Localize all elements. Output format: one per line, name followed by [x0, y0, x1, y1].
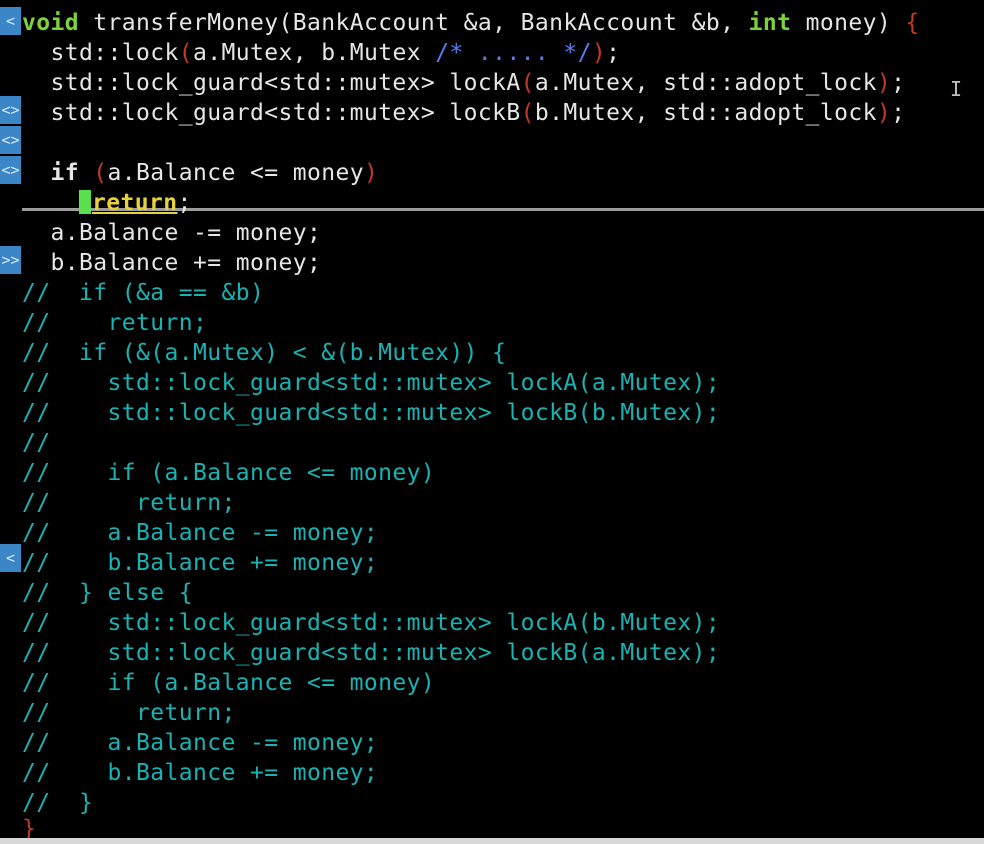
- comment-text: // return;: [22, 310, 208, 336]
- text-cursor: [79, 190, 91, 214]
- code-line[interactable]: // b.Balance += money;: [22, 758, 378, 788]
- comment-text: // std::lock_guard<std::mutex> lockA(b.M…: [22, 610, 721, 636]
- comment-text: // b.Balance += money;: [22, 550, 379, 576]
- code-line[interactable]: // return;: [22, 488, 236, 518]
- code-line[interactable]: // return;: [22, 308, 207, 338]
- gutter-change-marker[interactable]: <: [0, 544, 21, 572]
- code-line[interactable]: // if (a.Balance <= money): [22, 458, 435, 488]
- gutter-change-marker[interactable]: <>: [0, 96, 21, 124]
- code-line[interactable]: // if (&a == &b): [22, 278, 264, 308]
- code-line[interactable]: //: [22, 428, 51, 458]
- code-line[interactable]: // a.Balance -= money;: [22, 728, 378, 758]
- code-line[interactable]: a.Balance -= money;: [22, 218, 321, 248]
- comment-text: // std::lock_guard<std::mutex> lockA(a.M…: [22, 370, 721, 396]
- code-line[interactable]: return;: [22, 188, 192, 218]
- code-line[interactable]: // std::lock_guard<std::mutex> lockB(a.M…: [22, 638, 720, 668]
- comment-text: // if (a.Balance <= money): [22, 670, 436, 696]
- text-cursor-ibeam-icon: I: [950, 77, 963, 101]
- code-editor[interactable]: < <> <> <> >> < I void transferMoney(Ban…: [0, 0, 984, 844]
- comment-text: // a.Balance -= money;: [22, 730, 379, 756]
- code-line[interactable]: // std::lock_guard<std::mutex> lockA(b.M…: [22, 608, 720, 638]
- gutter-change-marker[interactable]: >>: [0, 246, 21, 274]
- code-line[interactable]: std::lock(a.Mutex, b.Mutex /* ..... */);: [22, 38, 620, 68]
- comment-text: // b.Balance += money;: [22, 760, 379, 786]
- code-line[interactable]: // a.Balance -= money;: [22, 518, 378, 548]
- code-line[interactable]: // b.Balance += money;: [22, 548, 378, 578]
- gutter-change-marker[interactable]: <: [0, 7, 21, 35]
- comment-text: // return;: [22, 490, 236, 516]
- code-line[interactable]: // } else {: [22, 578, 193, 608]
- code-line[interactable]: // if (&(a.Mutex) < &(b.Mutex)) {: [22, 338, 506, 368]
- comment-text: // a.Balance -= money;: [22, 520, 379, 546]
- comment-text: // if (&a == &b): [22, 280, 265, 306]
- gutter-change-marker[interactable]: <>: [0, 156, 21, 184]
- code-line[interactable]: void transferMoney(BankAccount &a, BankA…: [22, 8, 920, 38]
- comment-text: // }: [22, 790, 94, 816]
- comment-text: //: [22, 430, 51, 456]
- gutter-change-marker[interactable]: <>: [0, 126, 21, 154]
- comment-text: // std::lock_guard<std::mutex> lockB(b.M…: [22, 400, 721, 426]
- comment-text: // } else {: [22, 580, 193, 606]
- comment-text: // std::lock_guard<std::mutex> lockB(a.M…: [22, 640, 721, 666]
- code-line[interactable]: std::lock_guard<std::mutex> lockB(b.Mute…: [22, 98, 905, 128]
- code-line[interactable]: // return;: [22, 698, 236, 728]
- comment-text: // if (&(a.Mutex) < &(b.Mutex)) {: [22, 340, 507, 366]
- code-line[interactable]: std::lock_guard<std::mutex> lockA(a.Mute…: [22, 68, 905, 98]
- code-line[interactable]: // std::lock_guard<std::mutex> lockB(b.M…: [22, 398, 720, 428]
- comment-text: // if (a.Balance <= money): [22, 460, 436, 486]
- status-bar: [0, 838, 984, 844]
- code-line[interactable]: // if (a.Balance <= money): [22, 668, 435, 698]
- comment-text: // return;: [22, 700, 236, 726]
- code-line[interactable]: b.Balance += money;: [22, 248, 321, 278]
- code-line[interactable]: if (a.Balance <= money): [22, 158, 378, 188]
- code-line[interactable]: // std::lock_guard<std::mutex> lockA(a.M…: [22, 368, 720, 398]
